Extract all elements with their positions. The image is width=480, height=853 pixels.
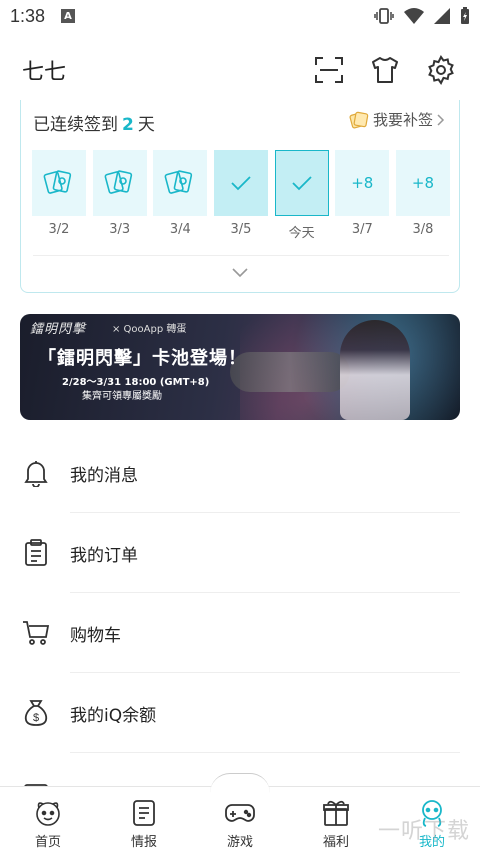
card-ticket-icon — [349, 111, 369, 128]
battery-icon — [461, 7, 469, 24]
nav-label: 游戏 — [226, 835, 253, 850]
checkin-days-count: 2 — [122, 115, 134, 135]
check-icon — [213, 150, 268, 216]
profile-header: 七七 — [0, 40, 480, 100]
checkin-day[interactable]: +8 3/7 — [335, 150, 390, 241]
watermark-text: 一听下载 — [377, 819, 470, 844]
home-mascot-icon — [32, 797, 64, 829]
nav-home[interactable]: 首页 — [0, 787, 96, 853]
notification-icon: A — [61, 9, 76, 23]
checkin-card: 已连续签到 2 天 我要补签 3/2 3/3 3/4 3/5 今天 +8 3/7… — [20, 100, 460, 293]
day-label: 3/7 — [351, 222, 373, 237]
nav-welfare[interactable]: 福利 — [288, 787, 384, 853]
checkin-title: 已连续签到 2 天 — [33, 110, 155, 135]
nav-label: 福利 — [322, 835, 349, 850]
banner-headline: 「鐳明閃擊」卡池登場！ — [38, 348, 247, 369]
checkin-prefix: 已连续签到 — [33, 115, 118, 135]
gift-icon — [320, 797, 352, 829]
banner-collab: × QooApp 轉蛋 — [112, 324, 187, 335]
menu-item-orders[interactable]: 我的订单 — [0, 513, 480, 593]
checkin-suffix: 天 — [137, 115, 155, 135]
menu-item-iq-balance[interactable]: $ 我的iQ余额 — [0, 673, 480, 753]
status-bar: 1:38 A — [0, 0, 480, 32]
vibrate-icon — [374, 8, 394, 24]
banner-character — [340, 320, 410, 420]
shirt-icon[interactable] — [368, 53, 402, 87]
chevron-right-icon — [437, 113, 445, 126]
svg-text:$: $ — [33, 712, 39, 724]
banner-art — [230, 352, 350, 392]
reward-badge: +8 — [335, 150, 390, 216]
resign-label: 我要补签 — [372, 111, 433, 129]
day-label: 今天 — [288, 226, 315, 241]
checkin-day[interactable]: 3/4 — [153, 150, 208, 241]
menu-label: 购物车 — [70, 625, 121, 646]
day-label: 3/8 — [412, 222, 434, 237]
checkin-day-today[interactable]: 今天 — [274, 150, 329, 241]
menu-label: 我的订单 — [70, 545, 138, 566]
card-icon — [92, 150, 147, 216]
bell-icon — [22, 459, 50, 487]
gamepad-icon — [224, 797, 256, 829]
nav-label: 首页 — [34, 835, 61, 850]
menu-label: 我的iQ余额 — [70, 705, 157, 726]
banner-prize: 集齊可領專屬獎勵 — [82, 391, 162, 402]
checkin-day[interactable]: +8 3/8 — [395, 150, 450, 241]
day-label: 3/2 — [48, 222, 70, 237]
scan-icon[interactable] — [312, 53, 346, 87]
cart-icon — [22, 619, 50, 647]
status-time: 1:38 — [10, 5, 46, 26]
banner-game-name: 鐳明閃擊 — [30, 322, 87, 337]
username[interactable]: 七七 — [22, 54, 66, 86]
nav-news[interactable]: 情报 — [96, 787, 192, 853]
divider — [33, 255, 449, 256]
card-icon — [153, 150, 208, 216]
chevron-down-icon[interactable] — [231, 264, 249, 283]
banner-dates: 2/28～3/31 18:00 (GMT+8) — [62, 377, 210, 388]
nav-bump — [210, 773, 270, 793]
signal-icon — [434, 8, 450, 24]
day-label: 3/4 — [169, 222, 191, 237]
menu-item-cart[interactable]: 购物车 — [0, 593, 480, 673]
news-icon — [128, 797, 160, 829]
checkin-day[interactable]: 3/2 — [32, 150, 86, 241]
promo-banner[interactable]: 鐳明閃擊 × QooApp 轉蛋 「鐳明閃擊」卡池登場！ 2/28～3/31 1… — [20, 314, 460, 420]
nav-label: 情报 — [130, 835, 157, 850]
check-icon — [274, 150, 329, 216]
status-indicators — [374, 7, 470, 25]
checkin-day[interactable]: 3/3 — [92, 150, 147, 241]
card-icon — [32, 150, 86, 216]
clipboard-icon — [22, 539, 50, 567]
menu-label: 我的消息 — [70, 465, 138, 486]
checkin-day[interactable]: 3/5 — [213, 150, 268, 241]
settings-gear-icon[interactable] — [424, 53, 458, 87]
checkin-days: 3/2 3/3 3/4 3/5 今天 +8 3/7 +8 3/8 — [32, 150, 450, 241]
nav-games[interactable]: 游戏 — [192, 773, 288, 853]
money-bag-icon: $ — [22, 699, 50, 727]
wifi-icon — [404, 8, 424, 24]
resign-button[interactable]: 我要补签 — [349, 109, 445, 130]
menu-item-messages[interactable]: 我的消息 — [0, 433, 480, 513]
day-label: 3/3 — [109, 222, 131, 237]
reward-badge: +8 — [395, 150, 450, 216]
day-label: 3/5 — [230, 222, 252, 237]
